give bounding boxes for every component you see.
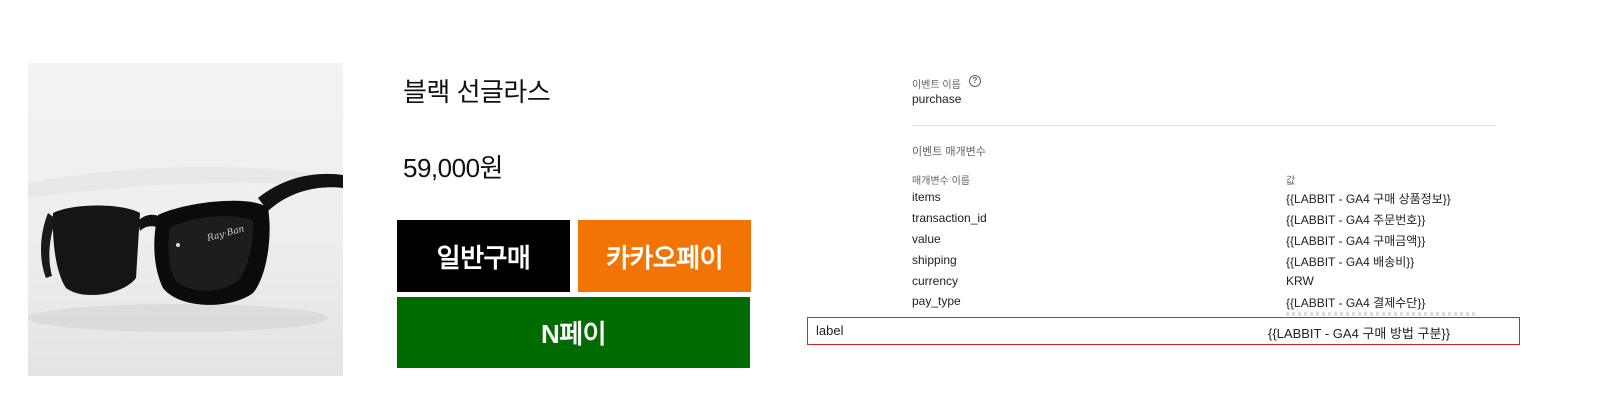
param-value: {{LABBIT - GA4 결제수단}}: [1286, 296, 1426, 310]
param-value: KRW: [1286, 274, 1314, 288]
event-name-label: 이벤트 이름: [912, 80, 961, 91]
help-icon[interactable]: ?: [969, 75, 981, 87]
divider: [912, 125, 1496, 126]
param-row: items {{LABBIT - GA4 구매 상품정보}}: [912, 190, 1512, 210]
param-value: {{LABBIT - GA4 구매 방법 구분}}: [1268, 326, 1451, 341]
param-row: currency KRW: [912, 274, 1512, 294]
cut-line: [1286, 312, 1476, 316]
param-row: shipping {{LABBIT - GA4 배송비}}: [912, 253, 1512, 273]
npay-button[interactable]: N페이: [397, 297, 750, 368]
product-title: 블랙 선글라스: [403, 77, 551, 107]
param-name: transaction_id: [912, 211, 987, 225]
normal-purchase-button[interactable]: 일반구매: [397, 220, 570, 292]
param-row: transaction_id {{LABBIT - GA4 주문번호}}: [912, 211, 1512, 231]
highlighted-param-row: label {{LABBIT - GA4 구매 방법 구분}}: [807, 317, 1520, 345]
param-value: {{LABBIT - GA4 배송비}}: [1286, 255, 1415, 269]
param-value: {{LABBIT - GA4 구매금액}}: [1286, 234, 1426, 248]
param-name: items: [912, 190, 941, 204]
event-params-title: 이벤트 매개변수: [912, 146, 986, 158]
param-value-header: 값: [1286, 176, 1296, 187]
param-name: shipping: [912, 253, 957, 267]
product-image: Ray·Ban: [28, 63, 343, 376]
param-value: {{LABBIT - GA4 주문번호}}: [1286, 213, 1426, 227]
param-name: value: [912, 232, 941, 246]
param-name-header: 매개변수 이름: [912, 176, 970, 187]
sunglasses-image: Ray·Ban: [28, 166, 343, 332]
param-value: {{LABBIT - GA4 구매 상품정보}}: [1286, 192, 1451, 206]
event-name-value: purchase: [912, 92, 962, 106]
product-price: 59,000원: [403, 153, 503, 183]
param-row: pay_type {{LABBIT - GA4 결제수단}}: [912, 294, 1512, 314]
param-name: pay_type: [912, 294, 961, 308]
param-name: currency: [912, 274, 959, 288]
param-name: label: [816, 323, 844, 338]
kakaopay-button[interactable]: 카카오페이: [578, 220, 751, 292]
param-row: value {{LABBIT - GA4 구매금액}}: [912, 232, 1512, 252]
